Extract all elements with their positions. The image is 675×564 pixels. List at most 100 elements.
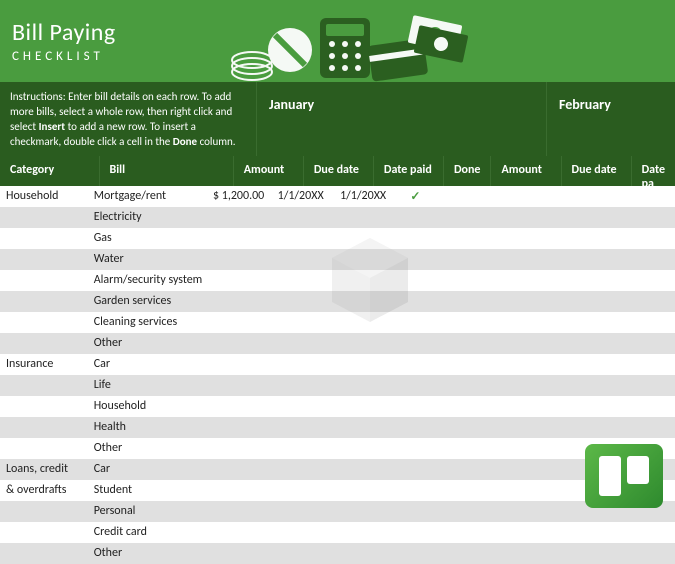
table-row[interactable]: Other bbox=[0, 543, 675, 564]
table-row[interactable]: Garden services bbox=[0, 291, 675, 312]
cell-bill[interactable]: Other bbox=[88, 333, 207, 354]
cell-category[interactable] bbox=[0, 312, 88, 333]
table-row[interactable]: Water bbox=[0, 249, 675, 270]
cell-due-jan[interactable] bbox=[269, 291, 331, 312]
cell-paid-feb[interactable] bbox=[561, 228, 675, 249]
table-row[interactable]: Credit card bbox=[0, 522, 675, 543]
cell-done-jan[interactable] bbox=[394, 249, 436, 270]
cell-due-feb[interactable] bbox=[499, 249, 561, 270]
cell-amount-jan[interactable] bbox=[207, 459, 269, 480]
table-row[interactable]: HouseholdMortgage/rent$ 1,200.001/1/20XX… bbox=[0, 186, 675, 207]
cell-due-feb[interactable] bbox=[499, 501, 561, 522]
cell-paid-feb[interactable] bbox=[561, 543, 675, 564]
cell-paid-jan[interactable] bbox=[332, 249, 394, 270]
cell-amount-feb[interactable] bbox=[436, 501, 498, 522]
cell-amount-feb[interactable] bbox=[436, 480, 498, 501]
table-row[interactable]: Other bbox=[0, 438, 675, 459]
cell-amount-jan[interactable] bbox=[207, 354, 269, 375]
cell-paid-jan[interactable] bbox=[332, 333, 394, 354]
cell-amount-jan[interactable] bbox=[207, 480, 269, 501]
cell-due-feb[interactable] bbox=[499, 375, 561, 396]
cell-done-jan[interactable] bbox=[394, 438, 436, 459]
cell-paid-feb[interactable] bbox=[561, 207, 675, 228]
cell-bill[interactable]: Alarm/security system bbox=[88, 270, 207, 291]
cell-paid-jan[interactable] bbox=[332, 438, 394, 459]
cell-done-jan[interactable] bbox=[394, 480, 436, 501]
cell-amount-jan[interactable] bbox=[207, 291, 269, 312]
cell-due-jan[interactable] bbox=[269, 543, 331, 564]
cell-amount-jan[interactable] bbox=[207, 312, 269, 333]
cell-done-jan[interactable] bbox=[394, 270, 436, 291]
cell-paid-jan[interactable] bbox=[332, 312, 394, 333]
cell-paid-jan[interactable] bbox=[332, 375, 394, 396]
cell-due-feb[interactable] bbox=[499, 459, 561, 480]
cell-bill[interactable]: Water bbox=[88, 249, 207, 270]
cell-paid-jan[interactable] bbox=[332, 480, 394, 501]
cell-paid-feb[interactable] bbox=[561, 312, 675, 333]
cell-amount-feb[interactable] bbox=[436, 522, 498, 543]
cell-due-feb[interactable] bbox=[499, 333, 561, 354]
cell-amount-feb[interactable] bbox=[436, 207, 498, 228]
cell-category[interactable] bbox=[0, 501, 88, 522]
cell-done-jan[interactable] bbox=[394, 228, 436, 249]
cell-paid-feb[interactable] bbox=[561, 270, 675, 291]
cell-category[interactable] bbox=[0, 207, 88, 228]
cell-amount-jan[interactable] bbox=[207, 522, 269, 543]
cell-amount-feb[interactable] bbox=[436, 438, 498, 459]
cell-category[interactable] bbox=[0, 522, 88, 543]
cell-done-jan[interactable] bbox=[394, 291, 436, 312]
cell-due-jan[interactable] bbox=[269, 417, 331, 438]
cell-due-jan[interactable] bbox=[269, 270, 331, 291]
cell-due-jan[interactable] bbox=[269, 396, 331, 417]
cell-category[interactable] bbox=[0, 543, 88, 564]
cell-done-jan[interactable] bbox=[394, 333, 436, 354]
cell-paid-jan[interactable] bbox=[332, 396, 394, 417]
cell-due-jan[interactable] bbox=[269, 228, 331, 249]
table-row[interactable]: Other bbox=[0, 333, 675, 354]
cell-category[interactable]: Loans, credit bbox=[0, 459, 88, 480]
cell-category[interactable] bbox=[0, 270, 88, 291]
cell-amount-jan[interactable] bbox=[207, 270, 269, 291]
cell-amount-jan[interactable] bbox=[207, 543, 269, 564]
cell-category[interactable]: & overdrafts bbox=[0, 480, 88, 501]
cell-due-jan[interactable] bbox=[269, 207, 331, 228]
cell-due-jan[interactable] bbox=[269, 312, 331, 333]
cell-due-jan[interactable] bbox=[269, 501, 331, 522]
cell-due-feb[interactable] bbox=[499, 291, 561, 312]
cell-paid-feb[interactable] bbox=[561, 186, 675, 207]
cell-paid-jan[interactable] bbox=[332, 501, 394, 522]
cell-due-jan[interactable] bbox=[269, 480, 331, 501]
cell-category[interactable] bbox=[0, 249, 88, 270]
cell-amount-jan[interactable] bbox=[207, 396, 269, 417]
cell-due-feb[interactable] bbox=[499, 312, 561, 333]
table-row[interactable]: Alarm/security system bbox=[0, 270, 675, 291]
cell-amount-feb[interactable] bbox=[436, 312, 498, 333]
cell-paid-jan[interactable] bbox=[332, 228, 394, 249]
cell-paid-feb[interactable] bbox=[561, 375, 675, 396]
table-row[interactable]: Personal bbox=[0, 501, 675, 522]
table-row[interactable]: Cleaning services bbox=[0, 312, 675, 333]
cell-bill[interactable]: Car bbox=[88, 354, 207, 375]
cell-done-jan[interactable] bbox=[394, 207, 436, 228]
cell-amount-jan[interactable] bbox=[207, 249, 269, 270]
cell-done-jan[interactable] bbox=[394, 459, 436, 480]
cell-amount-jan[interactable] bbox=[207, 375, 269, 396]
cell-paid-jan[interactable] bbox=[332, 417, 394, 438]
table-row[interactable]: Electricity bbox=[0, 207, 675, 228]
cell-due-jan[interactable] bbox=[269, 459, 331, 480]
cell-due-feb[interactable] bbox=[499, 480, 561, 501]
cell-amount-jan[interactable] bbox=[207, 207, 269, 228]
cell-paid-feb[interactable] bbox=[561, 354, 675, 375]
table-row[interactable]: Life bbox=[0, 375, 675, 396]
cell-paid-feb[interactable] bbox=[561, 417, 675, 438]
cell-amount-jan[interactable]: $ 1,200.00 bbox=[207, 186, 269, 207]
cell-amount-feb[interactable] bbox=[436, 543, 498, 564]
cell-amount-jan[interactable] bbox=[207, 417, 269, 438]
cell-category[interactable] bbox=[0, 417, 88, 438]
cell-done-jan[interactable] bbox=[394, 312, 436, 333]
cell-bill[interactable]: Personal bbox=[88, 501, 207, 522]
cell-paid-jan[interactable] bbox=[332, 543, 394, 564]
cell-paid-feb[interactable] bbox=[561, 249, 675, 270]
cell-bill[interactable]: Garden services bbox=[88, 291, 207, 312]
cell-category[interactable] bbox=[0, 228, 88, 249]
